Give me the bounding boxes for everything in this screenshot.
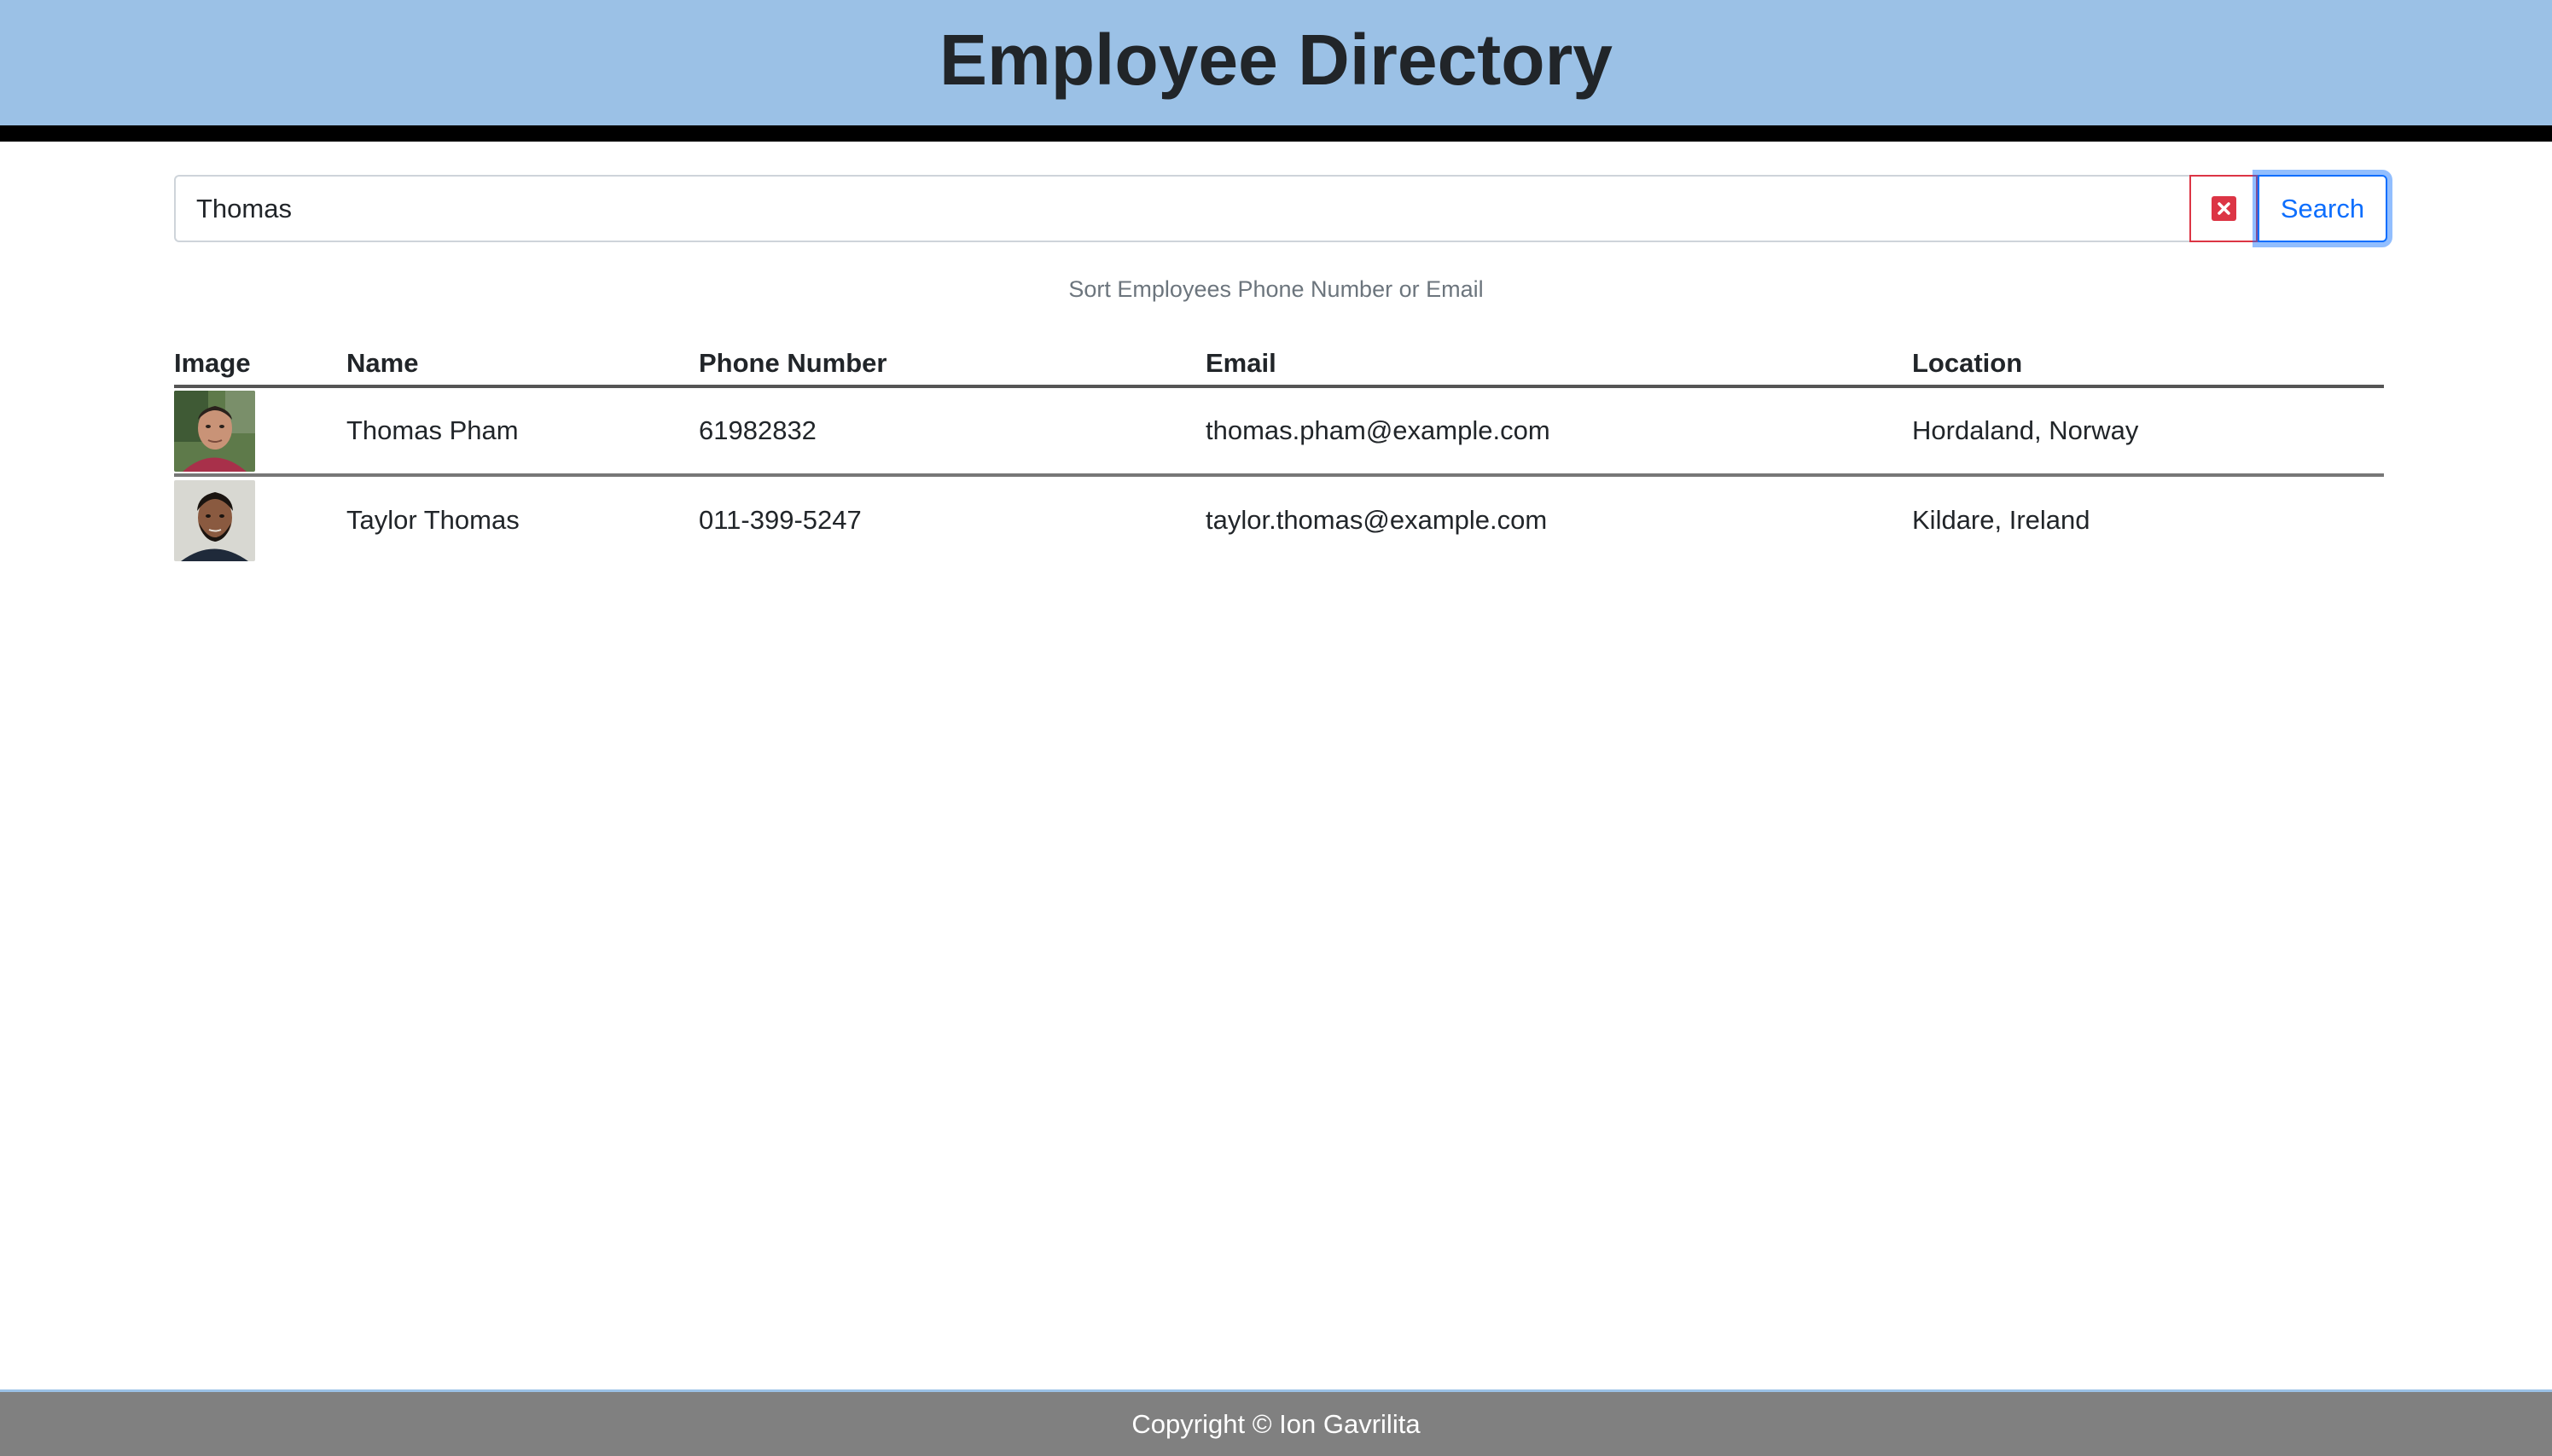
header: Employee Directory	[0, 0, 2552, 125]
name-cell: Thomas Pham	[346, 386, 699, 477]
column-header-location[interactable]: Location	[1912, 341, 2384, 388]
page: Employee Directory Search Sort Employees…	[0, 0, 2552, 1456]
table-row: Taylor Thomas 011-399-5247 taylor.thomas…	[174, 475, 2384, 564]
search-button[interactable]: Search	[2258, 175, 2387, 242]
location-cell: Kildare, Ireland	[1912, 505, 2090, 535]
phone-cell: 011-399-5247	[699, 505, 862, 535]
search-input[interactable]	[174, 175, 2189, 242]
column-header-image[interactable]: Image	[174, 341, 346, 388]
sort-hint: Sort Employees Phone Number or Email	[1068, 276, 1484, 302]
location-cell: Hordaland, Norway	[1912, 386, 2384, 477]
employee-table: Image Name Phone Number Email Location T…	[174, 341, 2384, 564]
phone-cell: 61982832	[699, 386, 1206, 477]
employee-photo	[174, 479, 255, 561]
page-title: Employee Directory	[939, 19, 1613, 100]
column-header-email[interactable]: Email	[1206, 341, 1912, 388]
image-cell	[174, 475, 346, 564]
copyright-text: Copyright © Ion Gavrilita	[1131, 1408, 1421, 1439]
header-divider	[0, 125, 2552, 142]
image-cell	[174, 386, 346, 477]
table-header-row: Image Name Phone Number Email Location	[174, 341, 2384, 388]
clear-search-button[interactable]	[2189, 175, 2258, 242]
close-icon	[2211, 196, 2236, 221]
footer: Copyright © Ion Gavrilita	[0, 1389, 2552, 1456]
name-cell: Taylor Thomas	[346, 505, 520, 535]
table-row: Thomas Pham 61982832 thomas.pham@example…	[174, 386, 2384, 477]
employee-photo	[174, 390, 255, 472]
email-cell: taylor.thomas@example.com	[1206, 505, 1548, 535]
column-header-phone[interactable]: Phone Number	[699, 341, 1206, 388]
email-cell: thomas.pham@example.com	[1206, 386, 1912, 477]
column-header-name[interactable]: Name	[346, 341, 699, 388]
search-bar: Search	[174, 175, 2387, 242]
